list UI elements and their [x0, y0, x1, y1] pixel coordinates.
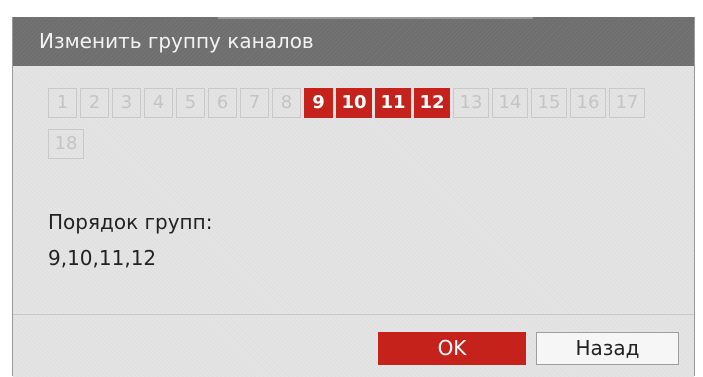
- edit-channel-group-dialog: Изменить группу каналов 1 2 3 4 5 6 7 8 9 10 11 12 1…: [12, 17, 695, 377]
- channel-grid: 1 2 3 4 5 6 7 8 9 10 11 12 13 14 15 16 17 18: [48, 88, 678, 159]
- channel-button-16[interactable]: 16: [570, 88, 606, 118]
- channel-button-17[interactable]: 17: [609, 88, 645, 118]
- channel-button-12[interactable]: 12: [414, 88, 450, 118]
- channel-button-13[interactable]: 13: [453, 88, 489, 118]
- group-order-label: Порядок групп:: [48, 210, 213, 234]
- channel-button-10[interactable]: 10: [336, 88, 372, 118]
- channel-button-15[interactable]: 15: [531, 88, 567, 118]
- channel-button-3[interactable]: 3: [112, 88, 141, 118]
- dialog-title: Изменить группу каналов: [39, 29, 314, 53]
- dialog-title-bar: Изменить группу каналов: [13, 17, 694, 66]
- channel-button-1[interactable]: 1: [48, 88, 77, 118]
- channel-button-14[interactable]: 14: [492, 88, 528, 118]
- channel-button-11[interactable]: 11: [375, 88, 411, 118]
- ok-button[interactable]: OK: [378, 332, 526, 365]
- channel-button-5[interactable]: 5: [176, 88, 205, 118]
- group-order-value: 9,10,11,12: [48, 246, 157, 270]
- channel-button-9[interactable]: 9: [304, 88, 333, 118]
- channel-button-8[interactable]: 8: [272, 88, 301, 118]
- dialog-body: 1 2 3 4 5 6 7 8 9 10 11 12 13 14 15 16 17 18 Порядок груп…: [13, 66, 694, 314]
- channel-button-7[interactable]: 7: [240, 88, 269, 118]
- dialog-footer: OK Назад: [13, 314, 694, 377]
- title-bar-highlight: [218, 17, 533, 19]
- channel-button-4[interactable]: 4: [144, 88, 173, 118]
- channel-button-6[interactable]: 6: [208, 88, 237, 118]
- channel-button-2[interactable]: 2: [80, 88, 109, 118]
- channel-button-18[interactable]: 18: [48, 129, 84, 159]
- back-button[interactable]: Назад: [536, 332, 679, 365]
